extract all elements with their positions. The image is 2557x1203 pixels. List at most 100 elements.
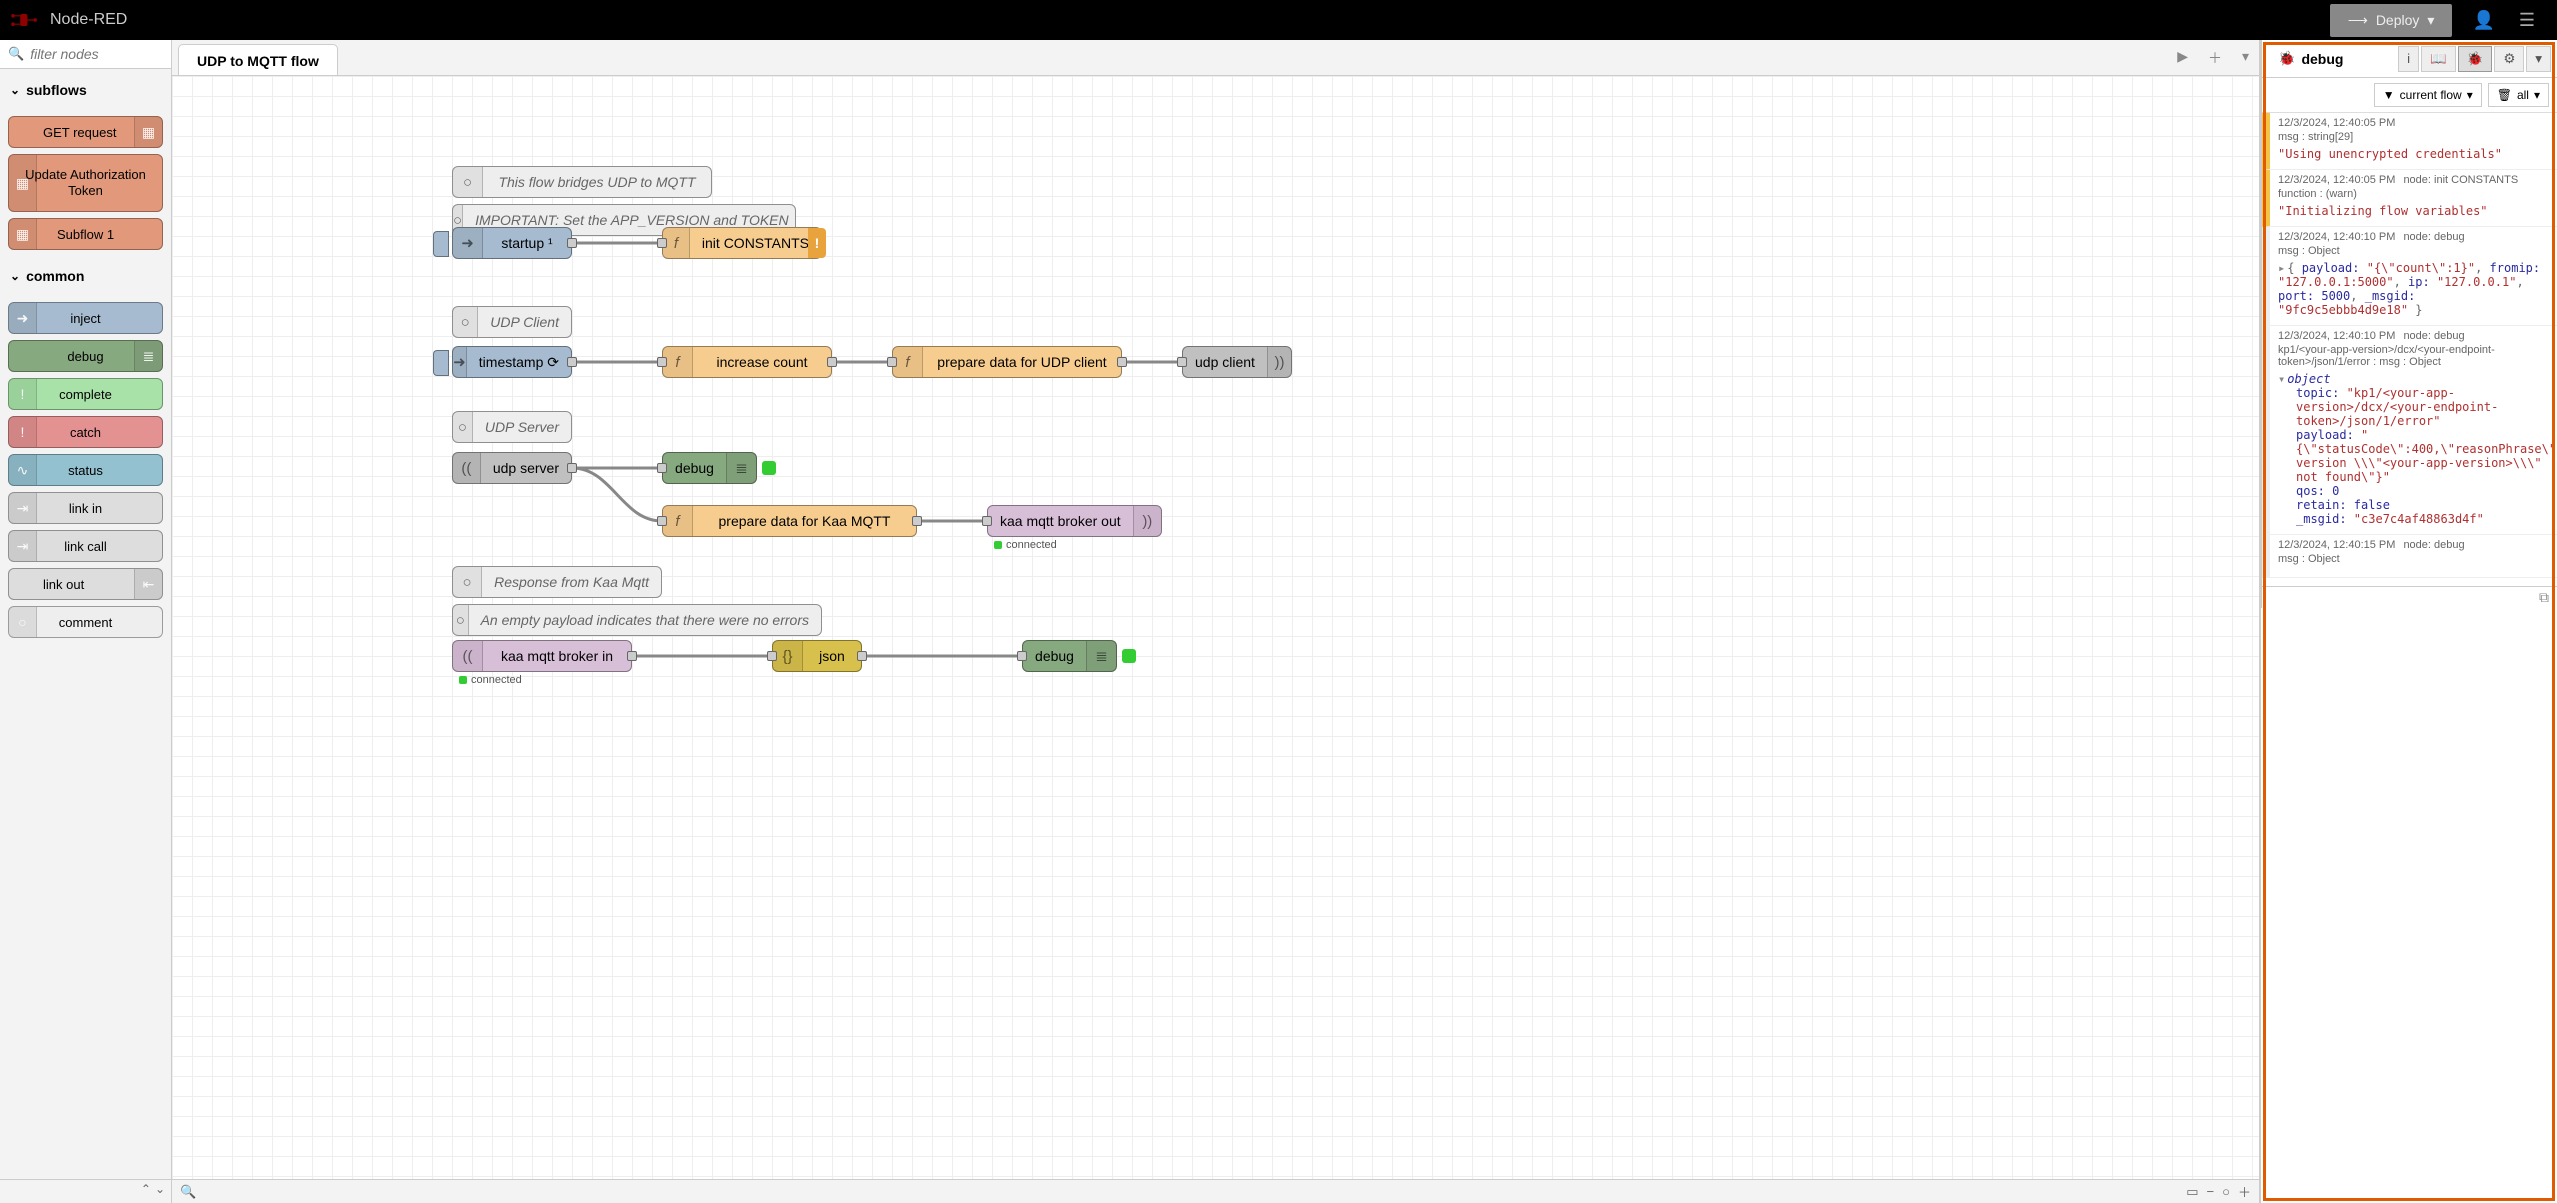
palette-collapse-down-icon[interactable]: ⌄ [155,1182,165,1201]
tabs-menu-icon[interactable]: ▾ [2232,40,2259,75]
debug-clear-button[interactable]: 🗑all▾ [2488,83,2549,107]
node-debug-2[interactable]: debug ≣ [1022,640,1117,672]
comment-node[interactable]: ○UDP Client [452,306,572,338]
zoom-out-icon[interactable]: − [2207,1184,2215,1199]
tab-udp-to-mqtt[interactable]: UDP to MQTT flow [178,44,338,75]
output-port[interactable] [567,357,577,367]
debug-messages[interactable]: 12/3/2024, 12:40:05 PM msg : string[29] … [2262,113,2557,586]
input-port[interactable] [657,238,667,248]
chevron-down-icon: ▾ [2534,88,2540,102]
search-icon: 🔍 [8,46,24,62]
output-port[interactable] [567,463,577,473]
json-icon: {} [773,641,803,671]
palette-link-out[interactable]: ⇤link out [8,568,163,600]
comment-icon: ○ [453,412,473,442]
palette-filter[interactable]: 🔍 [0,40,171,69]
palette-catch[interactable]: !catch [8,416,163,448]
debug-filter-button[interactable]: ▼current flow▾ [2374,83,2482,107]
category-subflows[interactable]: ⌄ subflows [0,74,171,106]
node-kaa-mqtt-out[interactable]: kaa mqtt broker out )) connected [987,505,1162,537]
output-port[interactable] [567,238,577,248]
palette-subflow-1[interactable]: ▦ Subflow 1 [8,218,163,250]
palette-complete[interactable]: !complete [8,378,163,410]
comment-node[interactable]: ○An empty payload indicates that there w… [452,604,822,636]
menu-icon[interactable]: ☰ [2507,2,2547,39]
input-port[interactable] [887,357,897,367]
output-port[interactable] [1117,357,1127,367]
tabs-play-icon[interactable]: ▶ [2167,40,2198,75]
zoom-in-icon[interactable]: ＋ [2238,1182,2251,1201]
node-timestamp[interactable]: ➜ timestamp ⟳ [452,346,572,378]
deploy-button[interactable]: ⟶ Deploy ▾ [2330,4,2453,37]
tabs-add-icon[interactable]: ＋ [2198,40,2232,75]
palette-link-in[interactable]: ⇥link in [8,492,163,524]
input-port[interactable] [982,516,992,526]
sidebar-popout-icon[interactable]: ⧉ [2539,589,2549,606]
network-icon: )) [1133,506,1161,536]
category-common[interactable]: ⌄ common [0,260,171,292]
node-status: connected [459,674,522,686]
sidebar-help-icon[interactable]: 📖 [2421,46,2456,72]
palette-collapse-up-icon[interactable]: ⌃ [141,1182,151,1201]
comment-node[interactable]: ○This flow bridges UDP to MQTT [452,166,712,198]
palette-status[interactable]: ∿status [8,454,163,486]
input-port[interactable] [657,516,667,526]
canvas-search-icon[interactable]: 🔍 [180,1184,196,1200]
debug-message[interactable]: 12/3/2024, 12:40:05 PMnode: init CONSTAN… [2262,170,2557,227]
node-prepare-kaa[interactable]: f prepare data for Kaa MQTT [662,505,917,537]
filter-input[interactable] [30,46,163,62]
debug-message[interactable]: 12/3/2024, 12:40:10 PMnode: debug msg : … [2262,227,2557,326]
debug-message[interactable]: 12/3/2024, 12:40:10 PMnode: debug kp1/<y… [2262,326,2557,535]
comment-icon: ○ [453,307,478,337]
output-port[interactable] [912,516,922,526]
user-icon[interactable]: 👤 [2460,2,2506,39]
node-init-constants[interactable]: f init CONSTANTS ! [662,227,822,259]
node-udp-client[interactable]: udp client )) [1182,346,1292,378]
node-prepare-udp[interactable]: f prepare data for UDP client [892,346,1122,378]
debug-active-indicator[interactable] [1122,649,1136,663]
output-port[interactable] [627,651,637,661]
output-port[interactable] [827,357,837,367]
flow-canvas[interactable]: ○This flow bridges UDP to MQTT ○IMPORTAN… [172,76,2259,1203]
comment-node[interactable]: ○Response from Kaa Mqtt [452,566,662,598]
input-port[interactable] [767,651,777,661]
palette-comment[interactable]: ○comment [8,606,163,638]
inject-button[interactable] [433,350,449,376]
node-debug-1[interactable]: debug ≣ [662,452,757,484]
warning-icon: ! [808,228,826,258]
palette-inject[interactable]: ➜inject [8,302,163,334]
sidebar-tab-debug[interactable]: 🐞 debug [2268,44,2353,73]
sidebar-config-icon[interactable]: ⚙ [2494,46,2524,72]
debug-message[interactable]: 12/3/2024, 12:40:05 PM msg : string[29] … [2262,113,2557,170]
node-udp-server[interactable]: (( udp server [452,452,572,484]
input-port[interactable] [657,357,667,367]
palette-subflow-get-request[interactable]: ▦ GET request [8,116,163,148]
zoom-reset-icon[interactable]: ○ [2222,1184,2230,1199]
node-increase-count[interactable]: f increase count [662,346,832,378]
input-port[interactable] [1017,651,1027,661]
sidebar-info-icon[interactable]: i [2398,46,2419,72]
input-port[interactable] [1177,357,1187,367]
inject-button[interactable] [433,231,449,257]
node-startup[interactable]: ➜ startup ¹ [452,227,572,259]
output-port[interactable] [857,651,867,661]
chevron-down-icon: ▾ [2467,88,2473,102]
input-port[interactable] [657,463,667,473]
palette-debug[interactable]: ≣debug [8,340,163,372]
node-kaa-mqtt-in[interactable]: (( kaa mqtt broker in connected [452,640,632,672]
expand-icon[interactable]: ▸ [2278,261,2285,275]
deploy-icon: ⟶ [2348,12,2368,29]
debug-message[interactable]: 12/3/2024, 12:40:15 PMnode: debug msg : … [2262,535,2557,578]
sidebar-debug-icon[interactable]: 🐞 [2458,46,2493,72]
collapse-icon[interactable]: ▾ [2278,372,2285,386]
sidebar-dropdown-icon[interactable]: ▾ [2526,46,2551,72]
node-json[interactable]: {} json [772,640,862,672]
debug-active-indicator[interactable] [762,461,776,475]
filter-icon: ▼ [2383,88,2395,102]
canvas-horizontal-scrollbar[interactable] [172,1165,2259,1179]
navigator-icon[interactable]: ▭ [2186,1184,2198,1200]
function-icon: f [663,506,693,536]
palette-link-call[interactable]: ⇥link call [8,530,163,562]
palette-subflow-update-auth[interactable]: ▦ Update Authorization Token [8,154,163,212]
comment-node[interactable]: ○UDP Server [452,411,572,443]
